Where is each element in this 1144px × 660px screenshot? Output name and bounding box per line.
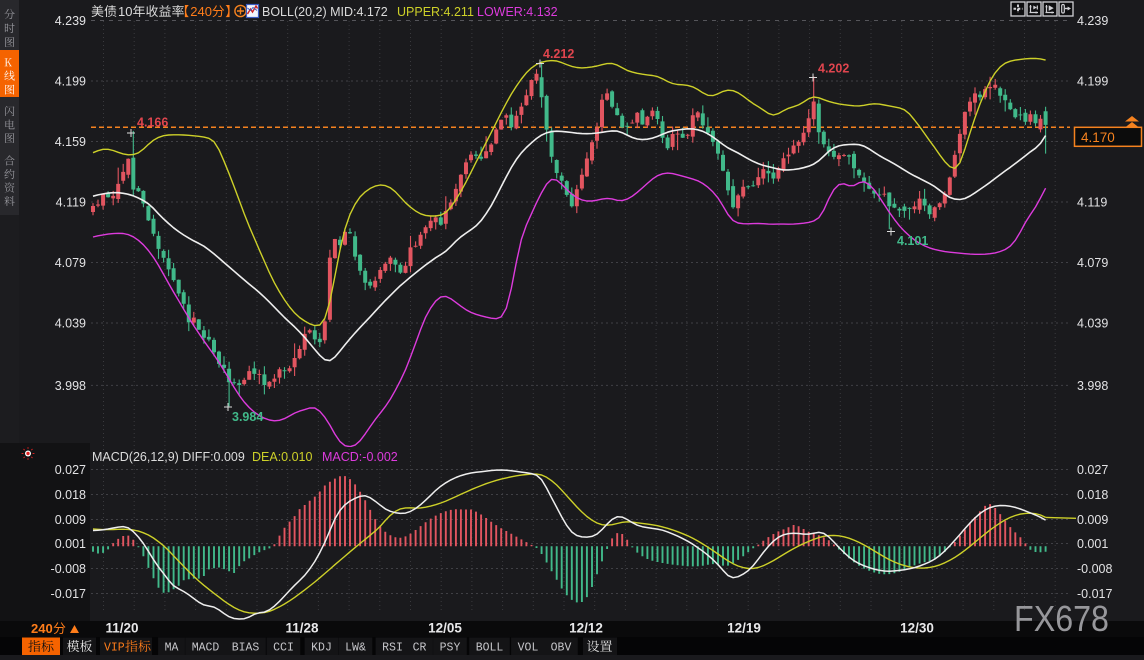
svg-text:4.159: 4.159 [55, 135, 86, 149]
svg-text:4.199: 4.199 [1077, 75, 1108, 89]
svg-text:0.027: 0.027 [55, 463, 86, 477]
svg-text:11/20: 11/20 [105, 621, 138, 636]
svg-text:VIP: VIP [104, 642, 125, 655]
svg-text:KDJ: KDJ [311, 642, 332, 655]
svg-text:LOWER:4.132: LOWER:4.132 [477, 5, 558, 19]
svg-text:4.101: 4.101 [897, 234, 928, 248]
svg-text:240: 240 [31, 621, 53, 636]
svg-text:4.239: 4.239 [1077, 14, 1108, 28]
svg-text:-0.008: -0.008 [1077, 562, 1112, 576]
svg-text:MA: MA [165, 642, 179, 655]
svg-text:LW&: LW& [345, 642, 366, 655]
svg-text:BOLL: BOLL [476, 642, 504, 655]
svg-text:4.202: 4.202 [818, 62, 849, 76]
svg-text:0.018: 0.018 [1077, 488, 1108, 502]
svg-text:3.998: 3.998 [55, 379, 86, 393]
svg-text:4.166: 4.166 [137, 116, 168, 130]
svg-text:0.001: 0.001 [55, 537, 86, 551]
svg-text:PSY: PSY [440, 642, 461, 655]
svg-text:0.001: 0.001 [1077, 537, 1108, 551]
svg-text:3.984: 3.984 [232, 410, 263, 424]
svg-text:4.039: 4.039 [55, 317, 86, 331]
svg-text:UPPER:4.211: UPPER:4.211 [397, 5, 474, 19]
svg-text:DEA:0.010: DEA:0.010 [252, 450, 313, 464]
svg-text:MACD: MACD [192, 642, 220, 655]
svg-text:OBV: OBV [551, 642, 572, 655]
svg-text:4.170: 4.170 [1081, 130, 1115, 145]
svg-text:12/30: 12/30 [900, 621, 934, 636]
svg-text:12/19: 12/19 [727, 621, 761, 636]
svg-text:RSI: RSI [382, 642, 403, 655]
svg-text:FX678: FX678 [1014, 598, 1109, 639]
svg-text:4.079: 4.079 [55, 256, 86, 270]
svg-text:BIAS: BIAS [232, 642, 260, 655]
svg-text:0.009: 0.009 [55, 513, 86, 527]
svg-text:CR: CR [413, 642, 427, 655]
svg-text:4.119: 4.119 [56, 196, 86, 210]
svg-text:4.079: 4.079 [1077, 256, 1108, 270]
svg-text:CCI: CCI [273, 642, 294, 655]
svg-text:11/28: 11/28 [285, 621, 319, 636]
svg-text:4.239: 4.239 [55, 14, 86, 28]
svg-text:4.212: 4.212 [543, 47, 574, 61]
svg-text:3.998: 3.998 [1077, 379, 1108, 393]
svg-text:12/05: 12/05 [428, 621, 462, 636]
svg-text:-0.008: -0.008 [51, 562, 86, 576]
svg-text:4.119: 4.119 [1077, 196, 1107, 210]
svg-text:BOLL(20,2) MID:4.172: BOLL(20,2) MID:4.172 [262, 5, 388, 19]
svg-text:VOL: VOL [518, 642, 539, 655]
svg-text:-0.017: -0.017 [51, 587, 86, 601]
svg-text:MACD:-0.002: MACD:-0.002 [322, 450, 398, 464]
svg-text:12/12: 12/12 [569, 621, 603, 636]
svg-text:4.039: 4.039 [1077, 317, 1108, 331]
svg-text:0.009: 0.009 [1077, 513, 1108, 527]
svg-text:0.027: 0.027 [1077, 463, 1108, 477]
svg-text:10: 10 [118, 4, 132, 19]
svg-text:4.199: 4.199 [55, 75, 86, 89]
svg-text:0.018: 0.018 [55, 488, 86, 502]
svg-text:240: 240 [190, 4, 212, 19]
svg-text:MACD(26,12,9) DIFF:0.009: MACD(26,12,9) DIFF:0.009 [92, 450, 245, 464]
